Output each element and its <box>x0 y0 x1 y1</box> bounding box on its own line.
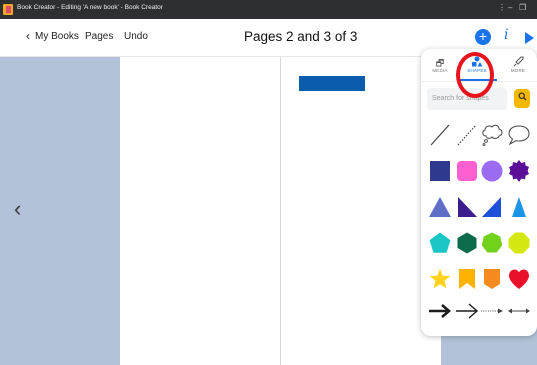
media-icon: 🗗 <box>435 58 445 68</box>
page-3[interactable] <box>281 57 441 365</box>
my-books-link[interactable]: My Books <box>35 31 79 42</box>
pentagon-shape[interactable] <box>428 231 452 255</box>
pages-button[interactable]: Pages <box>85 31 113 42</box>
info-button[interactable]: i <box>504 27 508 43</box>
triangle-shape[interactable] <box>428 195 452 219</box>
circle-shape[interactable] <box>480 159 504 183</box>
narrow-triangle-shape[interactable] <box>507 195 531 219</box>
search-icon <box>518 92 526 101</box>
bookmark-shape[interactable] <box>455 267 479 291</box>
badge-shape[interactable] <box>507 159 531 183</box>
octagon-shape[interactable] <box>507 231 531 255</box>
speech-bubble-shape[interactable] <box>507 123 531 147</box>
dotted-arrow-shape[interactable] <box>480 299 504 323</box>
highlight-circle-annotation <box>456 52 494 98</box>
window-menu-button[interactable]: ⋮ <box>498 3 506 12</box>
thick-arrow-shape[interactable] <box>428 299 452 323</box>
page-2[interactable] <box>120 57 280 365</box>
tab-more[interactable]: MORE <box>503 56 533 73</box>
add-content-button[interactable]: + <box>475 29 491 45</box>
play-icon[interactable] <box>525 32 534 44</box>
search-button[interactable] <box>514 89 530 108</box>
ribbon-shape[interactable] <box>480 267 504 291</box>
tab-label: MORE <box>510 68 526 73</box>
hexagon-shape[interactable] <box>455 231 479 255</box>
book-creator-app-icon <box>3 4 13 15</box>
rectangle-shape[interactable] <box>299 76 365 91</box>
window-title-bar: Book Creator - Editing 'A new book' - Bo… <box>0 0 537 19</box>
thought-bubble-shape[interactable] <box>480 123 504 147</box>
thin-arrow-shape[interactable] <box>455 299 479 323</box>
maximize-button[interactable]: ❐ <box>519 3 526 12</box>
line-shape[interactable] <box>428 123 452 147</box>
tab-label: MEDIA <box>432 68 448 73</box>
previous-page-chevron-icon[interactable]: ‹ <box>14 196 21 222</box>
minimize-button[interactable]: – <box>508 3 512 12</box>
book-spine <box>280 57 281 365</box>
right-triangle-left-shape[interactable] <box>455 195 479 219</box>
right-triangle-right-shape[interactable] <box>480 195 504 219</box>
page-indicator: Pages 2 and 3 of 3 <box>244 29 358 44</box>
heart-shape[interactable] <box>507 267 531 291</box>
double-arrow-shape[interactable] <box>507 299 531 323</box>
rocket-icon <box>503 56 533 68</box>
dashed-line-shape[interactable] <box>455 123 479 147</box>
chevron-left-icon[interactable]: ‹ <box>26 29 30 43</box>
heptagon-shape[interactable] <box>480 231 504 255</box>
undo-button[interactable]: Undo <box>124 31 148 42</box>
star-shape[interactable] <box>428 267 452 291</box>
square-shape[interactable] <box>428 159 452 183</box>
tab-media[interactable]: 🗗 MEDIA <box>425 56 455 73</box>
rounded-square-shape[interactable] <box>455 159 479 183</box>
window-title: Book Creator - Editing 'A new book' - Bo… <box>17 4 163 11</box>
